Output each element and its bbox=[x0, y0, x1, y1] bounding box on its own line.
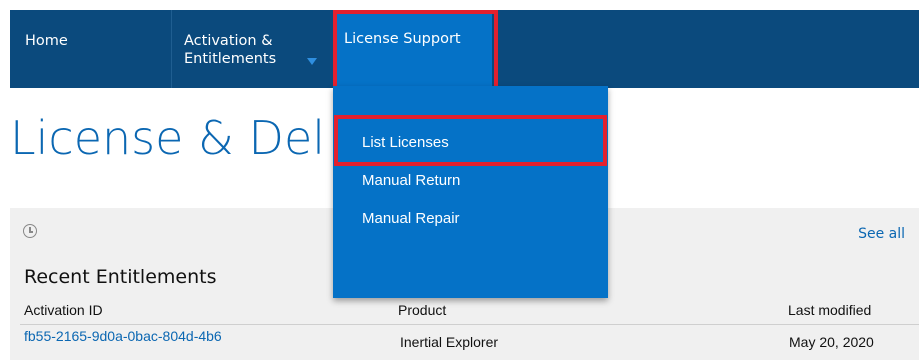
nav-home-label: Home bbox=[25, 33, 68, 49]
nav-home[interactable]: Home bbox=[10, 10, 172, 88]
top-navigation: Home Activation & Entitlements License S… bbox=[10, 10, 919, 92]
clock-icon bbox=[23, 224, 37, 238]
nav-license-support[interactable]: License Support bbox=[334, 10, 492, 86]
license-support-dropdown: List Licenses Manual Return Manual Repai… bbox=[333, 86, 608, 298]
nav-activation-entitlements[interactable]: Activation & Entitlements bbox=[172, 10, 334, 88]
nav-license-support-label: License Support bbox=[344, 31, 461, 47]
menu-item-manual-repair[interactable]: Manual Repair bbox=[362, 210, 460, 227]
recent-entitlements-heading: Recent Entitlements bbox=[24, 266, 217, 288]
menu-item-manual-return[interactable]: Manual Return bbox=[362, 172, 460, 189]
table-divider bbox=[20, 324, 919, 325]
activation-id-link[interactable]: fb55-2165-9d0a-0bac-804d-4b6 bbox=[24, 328, 222, 344]
column-header-product: Product bbox=[398, 302, 447, 318]
menu-item-list-licenses[interactable]: List Licenses bbox=[362, 134, 449, 151]
nav-activation-label: Activation & Entitlements bbox=[184, 33, 277, 67]
page-title: License & Del bbox=[10, 111, 326, 165]
see-all-link[interactable]: See all bbox=[858, 226, 905, 242]
column-header-activation-id: Activation ID bbox=[24, 302, 103, 318]
product-cell: Inertial Explorer bbox=[400, 334, 499, 350]
caret-down-icon bbox=[307, 58, 317, 65]
last-modified-cell: May 20, 2020 bbox=[789, 334, 874, 350]
column-header-last-modified: Last modified bbox=[788, 302, 872, 318]
